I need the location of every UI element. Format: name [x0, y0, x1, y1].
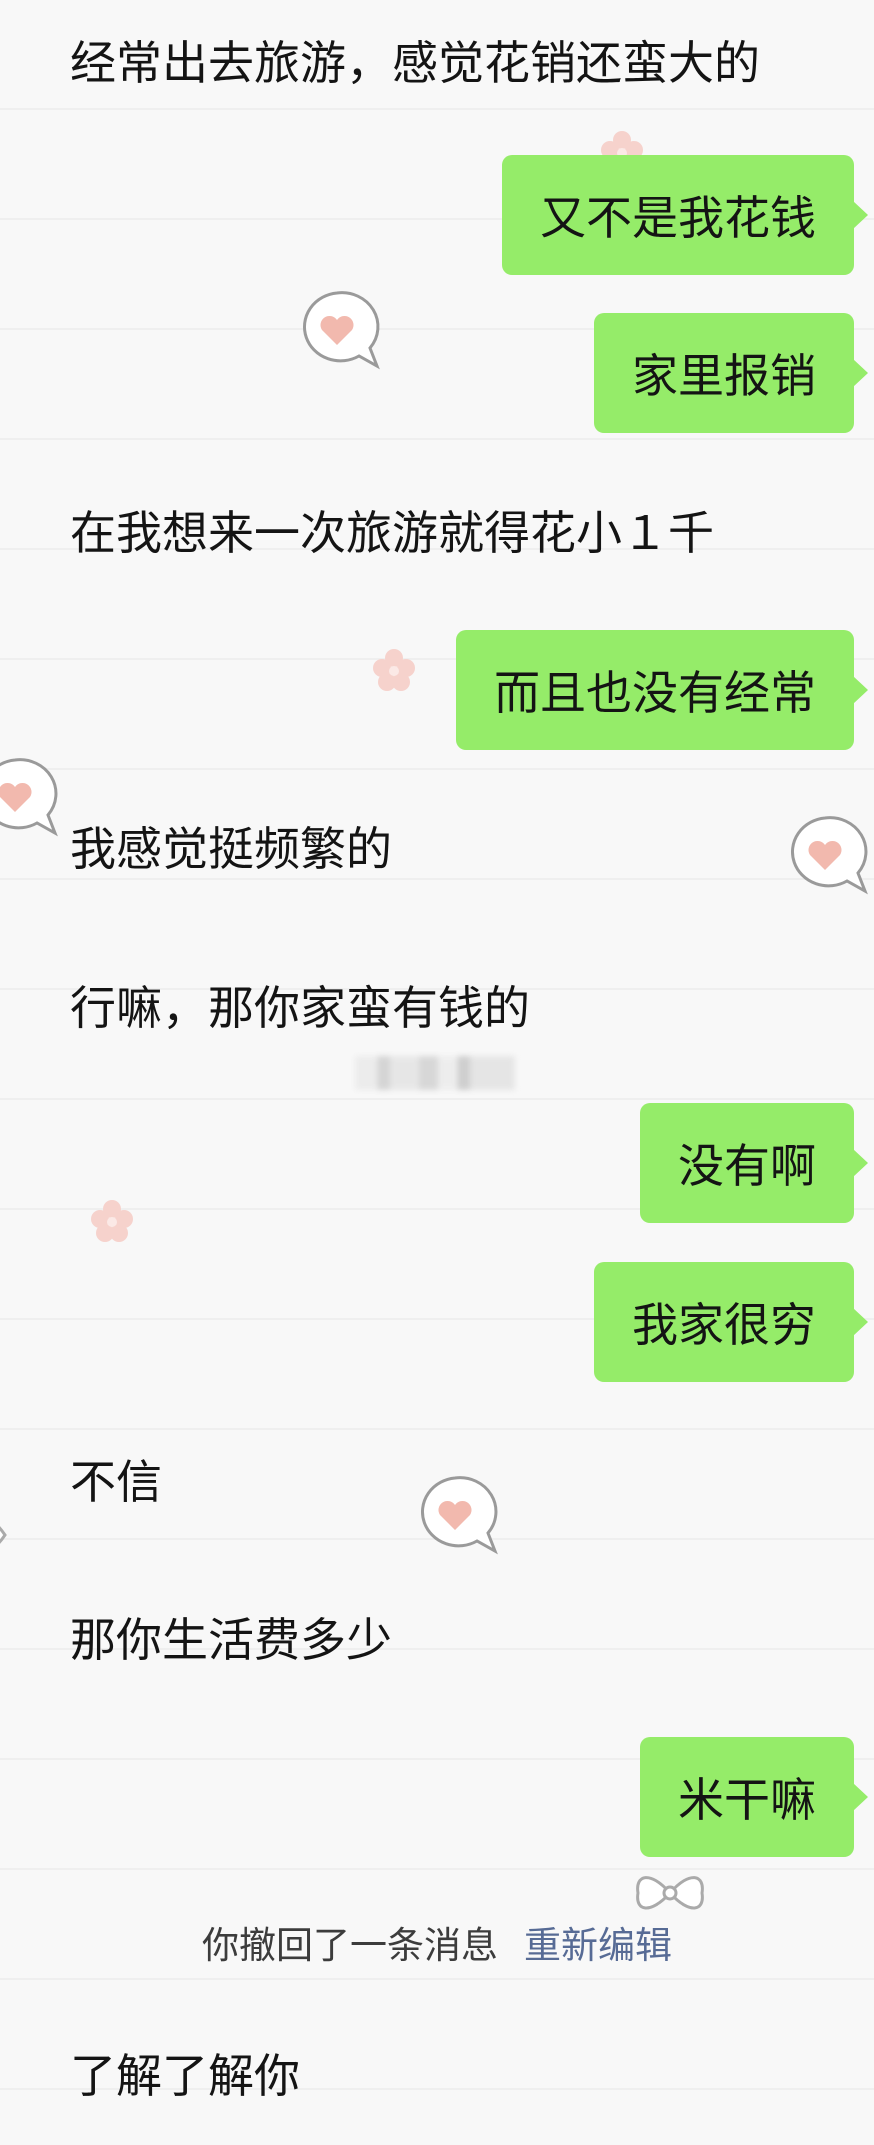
incoming-message[interactable]: 行嘛，那你家蛮有钱的	[70, 985, 530, 1031]
outgoing-message-bubble[interactable]: 而且也没有经常	[456, 630, 868, 750]
bow-icon	[636, 1876, 704, 1910]
incoming-message[interactable]: 经常出去旅游，感觉花销还蛮大的	[70, 40, 760, 86]
chat-area: 经常出去旅游，感觉花销还蛮大的 又不是我花钱 家里报销 在我想来一次旅游就得花小…	[0, 0, 874, 2145]
outgoing-message-bubble[interactable]: 家里报销	[594, 313, 868, 433]
incoming-message[interactable]: 我感觉挺频繁的	[70, 826, 392, 872]
outgoing-message-bubble[interactable]: 又不是我花钱	[502, 155, 868, 275]
outgoing-message-bubble[interactable]: 没有啊	[640, 1103, 868, 1223]
outgoing-message-bubble[interactable]: 米干嘛	[640, 1737, 868, 1857]
outgoing-message-bubble[interactable]: 我家很穷	[594, 1262, 868, 1382]
incoming-message[interactable]: 了解了解你	[70, 2053, 300, 2099]
heart-speech-bubble-icon	[421, 1476, 498, 1555]
re-edit-link[interactable]: 重新编辑	[524, 1924, 672, 1967]
flower-icon	[91, 1200, 133, 1242]
recall-notice: 你撤回了一条消息 重新编辑	[0, 1915, 874, 1969]
heart-speech-bubble-icon	[303, 291, 380, 370]
incoming-message[interactable]: 在我想来一次旅游就得花小１千	[70, 510, 714, 556]
heart-speech-bubble-icon	[0, 758, 58, 837]
recall-notice-text: 你撤回了一条消息	[202, 1924, 498, 1967]
blurred-content	[355, 1056, 515, 1090]
bow-icon	[0, 1526, 7, 1544]
flower-icon	[373, 649, 415, 691]
incoming-message[interactable]: 那你生活费多少	[70, 1617, 392, 1663]
heart-speech-bubble-icon	[791, 816, 868, 895]
incoming-message[interactable]: 不信	[70, 1459, 162, 1505]
